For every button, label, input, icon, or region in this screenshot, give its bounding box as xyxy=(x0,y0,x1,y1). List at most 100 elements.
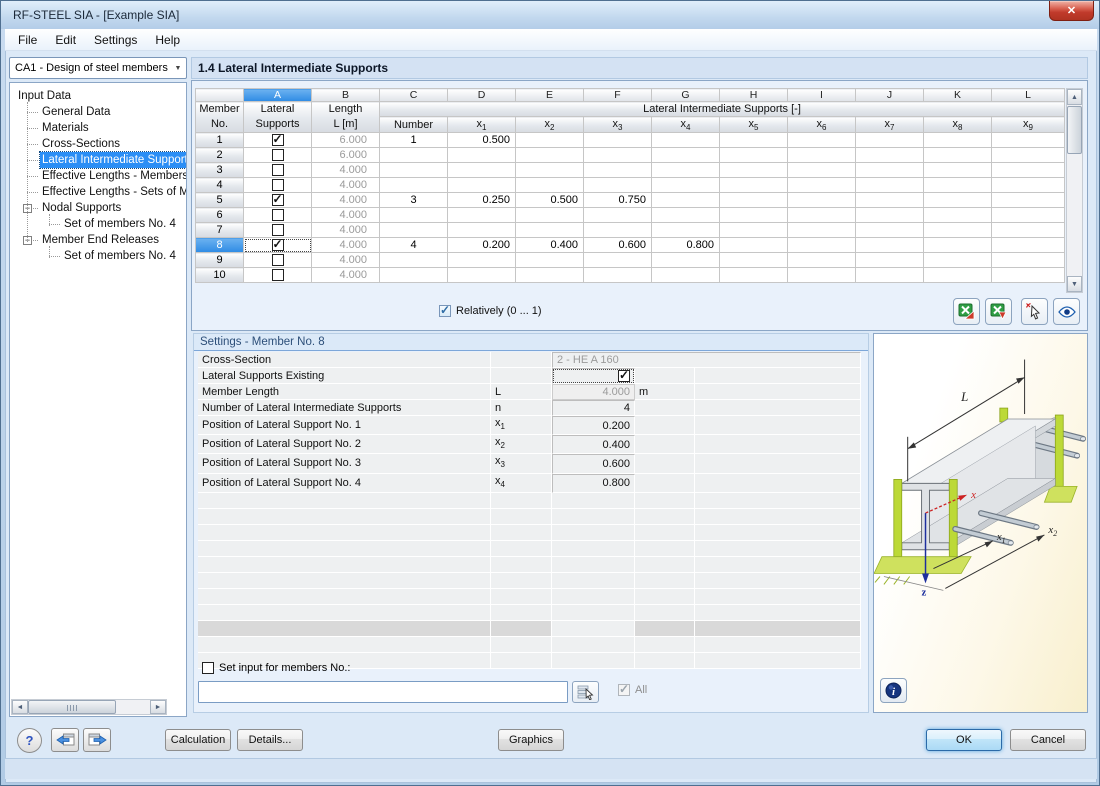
scrollbar-thumb[interactable] xyxy=(28,700,116,714)
column-letter-C[interactable]: C xyxy=(379,88,448,102)
cell-x5[interactable] xyxy=(719,147,788,163)
checkbox[interactable] xyxy=(271,224,284,237)
cell-x3[interactable] xyxy=(583,162,652,178)
checkbox[interactable] xyxy=(202,662,214,674)
settings-value[interactable]: 4 xyxy=(552,400,635,416)
cell-x1[interactable] xyxy=(447,222,516,238)
header-number[interactable]: Number xyxy=(379,116,448,133)
cell-x6[interactable] xyxy=(787,147,856,163)
scroll-left-icon[interactable]: ◄ xyxy=(12,700,28,714)
cell-lateral-supports[interactable] xyxy=(243,177,312,193)
cell-x2[interactable] xyxy=(515,222,584,238)
ok-button[interactable]: OK xyxy=(926,729,1002,751)
cell-x6[interactable] xyxy=(787,177,856,193)
cell-x9[interactable] xyxy=(991,162,1065,178)
settings-value[interactable]: 0.400 xyxy=(552,435,635,455)
cell-x5[interactable] xyxy=(719,192,788,208)
cell-x7[interactable] xyxy=(855,192,924,208)
settings-value[interactable]: 0.800 xyxy=(552,473,635,493)
cell-x4[interactable] xyxy=(651,252,720,268)
cell-x6[interactable] xyxy=(787,192,856,208)
header-x5[interactable]: x5 xyxy=(719,116,788,133)
cell-number[interactable] xyxy=(379,177,448,193)
cell-x2[interactable] xyxy=(515,267,584,283)
settings-checkbox-cell[interactable]: ✓ xyxy=(552,368,635,384)
settings-value[interactable]: 2 - HE A 160 xyxy=(552,352,861,368)
cell-number[interactable]: 3 xyxy=(379,192,448,208)
cell-x6[interactable] xyxy=(787,252,856,268)
cell-x8[interactable] xyxy=(923,177,992,193)
cell-x6[interactable] xyxy=(787,237,856,253)
cell-x9[interactable] xyxy=(991,267,1065,283)
cell-x7[interactable] xyxy=(855,222,924,238)
cell-number[interactable]: 4 xyxy=(379,237,448,253)
cell-x2[interactable] xyxy=(515,177,584,193)
cell-x3[interactable] xyxy=(583,252,652,268)
cell-x8[interactable] xyxy=(923,207,992,223)
column-letter-A[interactable]: A xyxy=(243,88,312,102)
cell-x1[interactable] xyxy=(447,267,516,283)
header-x9[interactable]: x9 xyxy=(991,116,1065,133)
cell-x3[interactable] xyxy=(583,222,652,238)
cell-x8[interactable] xyxy=(923,237,992,253)
row-header-5[interactable]: 5 xyxy=(195,192,244,208)
tree-item[interactable]: Input Data xyxy=(10,88,186,104)
cell-x6[interactable] xyxy=(787,162,856,178)
set-input-checkbox[interactable]: Set input for members No.: xyxy=(202,662,350,674)
details-button[interactable]: Details... xyxy=(237,729,303,751)
cell-x4[interactable] xyxy=(651,147,720,163)
cell-x5[interactable] xyxy=(719,252,788,268)
header-lateral-supports[interactable]: Lateral Supports xyxy=(243,101,312,133)
row-header-4[interactable]: 4 xyxy=(195,177,244,193)
cell-number[interactable]: 1 xyxy=(379,132,448,148)
cell-x1[interactable]: 0.200 xyxy=(447,237,516,253)
cell-number[interactable] xyxy=(379,222,448,238)
cell-x1[interactable]: 0.500 xyxy=(447,132,516,148)
cell-x8[interactable] xyxy=(923,252,992,268)
column-letter-B[interactable]: B xyxy=(311,88,380,102)
checkbox[interactable] xyxy=(271,254,284,267)
cell-x2[interactable] xyxy=(515,252,584,268)
next-window-button[interactable] xyxy=(83,728,111,752)
menu-item-settings[interactable]: Settings xyxy=(85,29,146,50)
cell-lateral-supports[interactable]: ✓ xyxy=(243,192,312,208)
pick-members-button[interactable] xyxy=(572,681,599,703)
cell-x7[interactable] xyxy=(855,267,924,283)
cell-x8[interactable] xyxy=(923,162,992,178)
cell-x5[interactable] xyxy=(719,162,788,178)
checkbox[interactable]: ✓ xyxy=(271,134,284,147)
cell-x7[interactable] xyxy=(855,252,924,268)
menu-item-help[interactable]: Help xyxy=(146,29,189,50)
table-vertical-scrollbar[interactable]: ▲ ▼ xyxy=(1066,88,1083,293)
checkbox[interactable] xyxy=(271,179,284,192)
cell-x9[interactable] xyxy=(991,252,1065,268)
cell-x2[interactable]: 0.500 xyxy=(515,192,584,208)
cell-x1[interactable] xyxy=(447,207,516,223)
checkbox[interactable] xyxy=(271,269,284,282)
cell-x4[interactable] xyxy=(651,207,720,223)
column-letter-E[interactable]: E xyxy=(515,88,584,102)
cell-x3[interactable] xyxy=(583,132,652,148)
checkbox[interactable] xyxy=(271,164,284,177)
cell-x4[interactable] xyxy=(651,162,720,178)
cell-x6[interactable] xyxy=(787,267,856,283)
column-letter-I[interactable]: I xyxy=(787,88,856,102)
column-letter-F[interactable]: F xyxy=(583,88,652,102)
column-letter-L[interactable]: L xyxy=(991,88,1065,102)
tree-item[interactable]: Lateral Intermediate Supports xyxy=(10,151,186,169)
cell-x4[interactable] xyxy=(651,192,720,208)
cell-x7[interactable] xyxy=(855,237,924,253)
checkbox[interactable]: ✓ xyxy=(618,369,630,383)
cell-lateral-supports[interactable] xyxy=(243,222,312,238)
tree-item[interactable]: − Member End Releases xyxy=(10,232,186,248)
cell-x9[interactable] xyxy=(991,222,1065,238)
cell-x3[interactable] xyxy=(583,207,652,223)
tree-item[interactable]: Cross-Sections xyxy=(10,136,186,152)
row-header-1[interactable]: 1 xyxy=(195,132,244,148)
checkbox[interactable]: ✓ xyxy=(271,239,284,252)
column-letter-G[interactable]: G xyxy=(651,88,720,102)
calculation-button[interactable]: Calculation xyxy=(165,729,231,751)
cell-number[interactable] xyxy=(379,207,448,223)
cell-x5[interactable] xyxy=(719,207,788,223)
cell-x1[interactable] xyxy=(447,252,516,268)
